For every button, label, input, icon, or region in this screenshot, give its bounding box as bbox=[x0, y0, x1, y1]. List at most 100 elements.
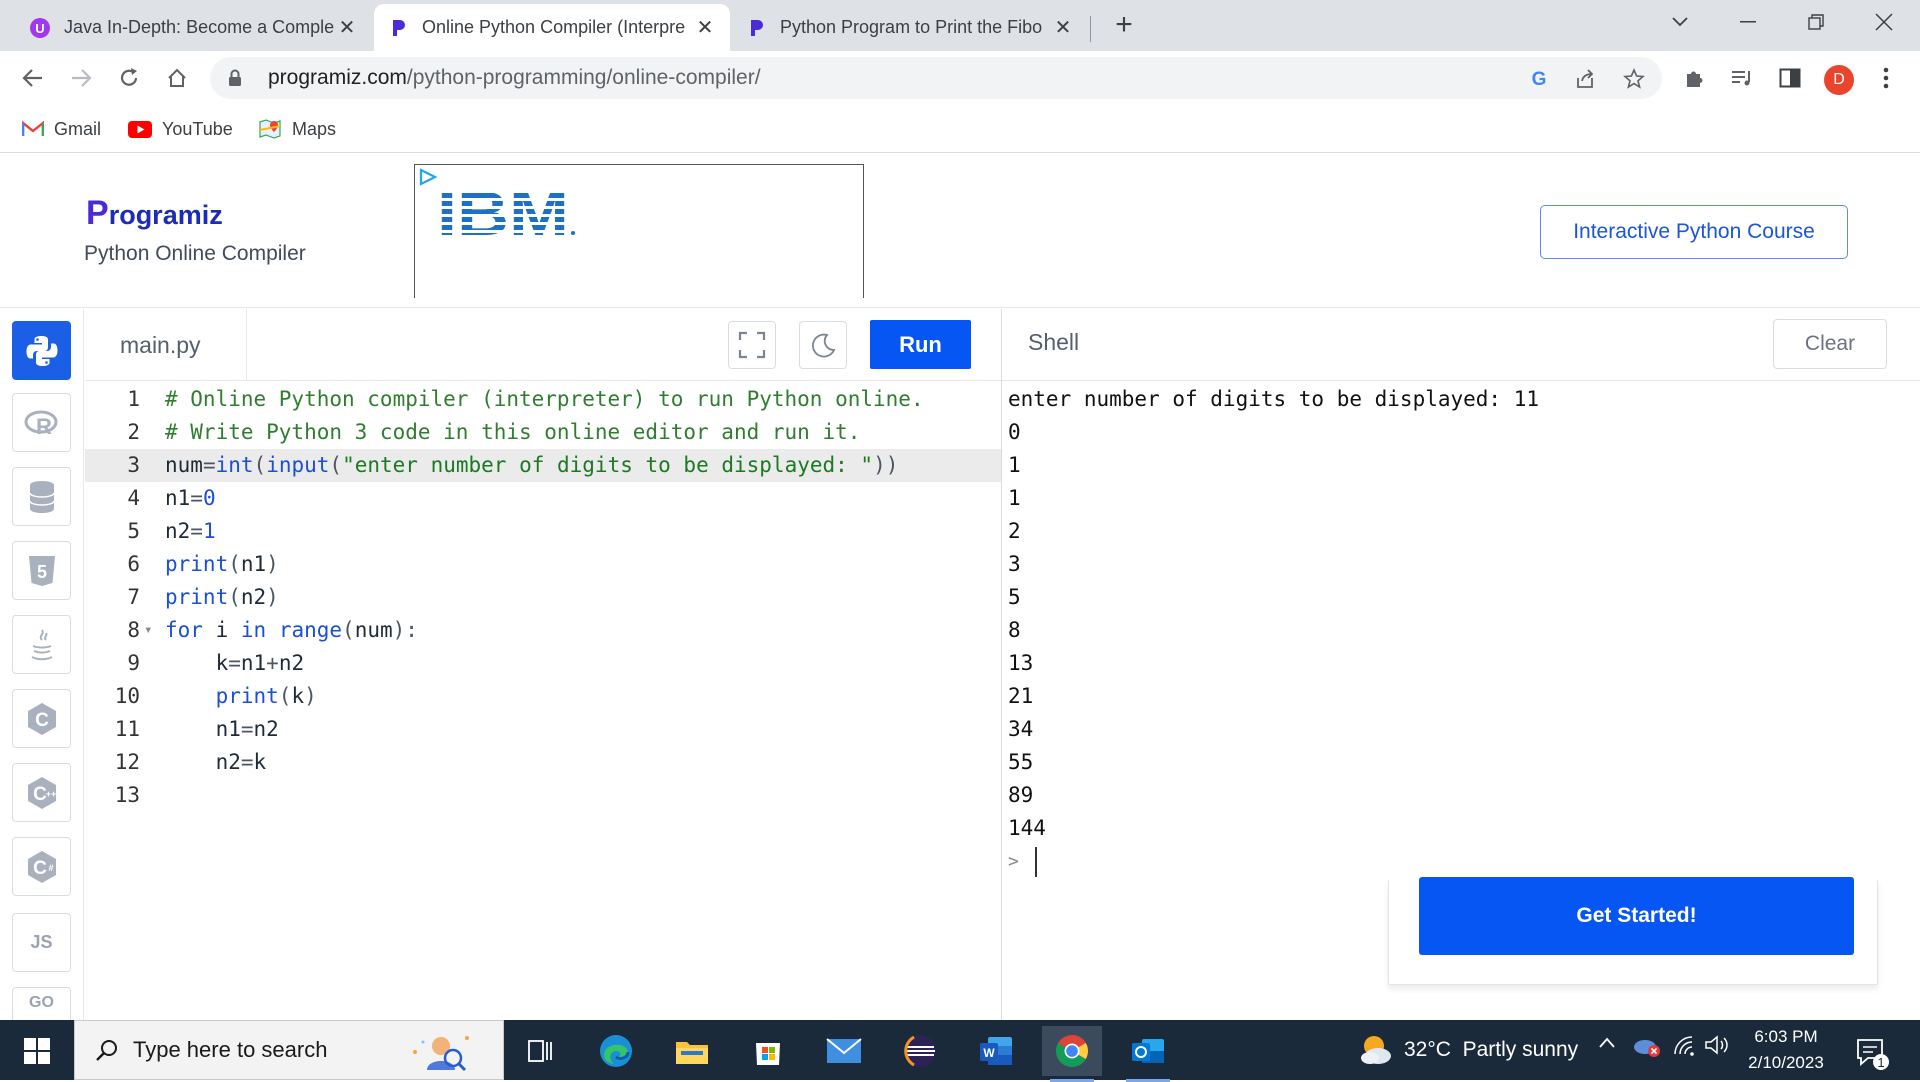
code-text: # Write Python 3 code in this online edi… bbox=[165, 420, 861, 444]
code-line[interactable]: 11 n1=n2 bbox=[85, 713, 1002, 746]
html-language-button[interactable]: 5 bbox=[12, 541, 71, 600]
task-view-icon[interactable] bbox=[510, 1026, 570, 1076]
code-line[interactable]: 1 # Online Python compiler (interpreter) … bbox=[85, 383, 1002, 416]
dark-mode-moon-icon[interactable] bbox=[799, 321, 847, 369]
sql-language-button[interactable] bbox=[12, 467, 71, 526]
browser-tabstrip: U Java In-Depth: Become a Comple ✕ Onlin… bbox=[0, 0, 1920, 51]
shell-cursor[interactable] bbox=[1035, 847, 1037, 877]
code-line[interactable]: 6 print(n1) bbox=[85, 548, 1002, 581]
forward-icon[interactable] bbox=[64, 61, 98, 95]
programiz-logo[interactable]: Programiz bbox=[86, 194, 223, 233]
code-line[interactable]: 4 n1=0 bbox=[85, 482, 1002, 515]
bookmark-maps[interactable]: Maps bbox=[258, 115, 336, 143]
close-icon[interactable]: ✕ bbox=[694, 15, 716, 40]
code-line[interactable]: 2 # Write Python 3 code in this online ed… bbox=[85, 416, 1002, 449]
reload-icon[interactable] bbox=[112, 61, 146, 95]
bookmark-youtube[interactable]: YouTube bbox=[128, 115, 233, 143]
volume-icon[interactable] bbox=[1704, 1034, 1730, 1061]
eclipse-ide-icon[interactable] bbox=[890, 1026, 950, 1076]
weather-widget[interactable]: 32°C Partly sunny bbox=[1358, 1032, 1578, 1068]
close-icon[interactable]: ✕ bbox=[1052, 15, 1074, 40]
extensions-icon[interactable] bbox=[1678, 62, 1710, 94]
code-line[interactable]: 10 print(k) bbox=[85, 680, 1002, 713]
get-started-button[interactable]: Get Started! bbox=[1419, 877, 1854, 955]
wifi-icon[interactable] bbox=[1672, 1034, 1698, 1061]
tab-search-chevron-icon[interactable] bbox=[1652, 0, 1708, 44]
clear-button[interactable]: Clear bbox=[1773, 319, 1887, 369]
file-tab-main-py[interactable]: main.py bbox=[85, 309, 247, 381]
word-icon[interactable]: W bbox=[966, 1026, 1026, 1076]
system-clock[interactable]: 6:03 PM 2/10/2023 bbox=[1736, 1024, 1836, 1076]
taskbar-search-box[interactable]: Type here to search bbox=[74, 1020, 504, 1080]
csharp-icon: C # bbox=[27, 850, 56, 883]
interactive-python-course-button[interactable]: Interactive Python Course bbox=[1540, 205, 1848, 259]
show-hidden-icons-chevron-icon[interactable] bbox=[1598, 1034, 1616, 1055]
c-language-button[interactable]: C bbox=[12, 689, 71, 748]
line-number: 7 bbox=[127, 585, 140, 609]
java-language-button[interactable] bbox=[12, 615, 71, 674]
profile-avatar[interactable]: D bbox=[1824, 65, 1854, 95]
js-language-button[interactable]: JS bbox=[12, 913, 71, 972]
code-line[interactable]: 9 k=n1+n2 bbox=[85, 647, 1002, 680]
code-line[interactable]: 13 bbox=[85, 779, 1002, 812]
outlook-icon[interactable] bbox=[1118, 1026, 1178, 1082]
r-language-button[interactable]: R bbox=[12, 393, 71, 452]
restore-icon[interactable] bbox=[1788, 0, 1844, 44]
code-text: for i in range(num): bbox=[165, 618, 418, 642]
code-text: print(k) bbox=[215, 684, 317, 708]
svg-text:#: # bbox=[48, 863, 53, 873]
code-line[interactable]: 7 print(n2) bbox=[85, 581, 1002, 614]
media-playlist-icon[interactable] bbox=[1726, 62, 1758, 94]
tab-java[interactable]: U Java In-Depth: Become a Comple ✕ bbox=[16, 4, 372, 51]
bookmark-gmail[interactable]: Gmail bbox=[22, 115, 101, 143]
address-bar[interactable]: programiz.com/python-programming/online-… bbox=[210, 57, 1662, 99]
code-line[interactable]: 8 ▾ for i in range(num): bbox=[85, 614, 1002, 647]
adchoices-icon[interactable] bbox=[417, 167, 439, 192]
tab-python-compiler[interactable]: Online Python Compiler (Interpre ✕ bbox=[374, 4, 730, 51]
share-icon[interactable] bbox=[1572, 65, 1600, 93]
onedrive-error-icon[interactable] bbox=[1632, 1034, 1662, 1063]
go-language-button[interactable]: GO bbox=[12, 987, 71, 1020]
code-line[interactable]: 5 n2=1 bbox=[85, 515, 1002, 548]
new-tab-button[interactable]: + bbox=[1107, 8, 1141, 42]
edge-browser-icon[interactable] bbox=[586, 1026, 646, 1076]
fold-arrow-icon[interactable]: ▾ bbox=[144, 614, 152, 647]
tab-fibonacci[interactable]: Python Program to Print the Fibo ✕ bbox=[732, 4, 1088, 51]
code-line[interactable]: 3 num=int(input("enter number of digits t… bbox=[85, 449, 1002, 482]
notification-center-icon[interactable]: 1 bbox=[1852, 1032, 1892, 1072]
python-icon bbox=[26, 335, 57, 366]
logo-initial: P bbox=[86, 194, 109, 232]
minimize-icon[interactable] bbox=[1720, 0, 1776, 44]
close-icon[interactable]: ✕ bbox=[336, 15, 358, 40]
microsoft-store-icon[interactable] bbox=[738, 1026, 798, 1076]
ad-banner[interactable]: IBM bbox=[414, 164, 864, 298]
fullscreen-icon[interactable] bbox=[728, 321, 776, 369]
code-line[interactable]: 12 n2=k bbox=[85, 746, 1002, 779]
csharp-language-button[interactable]: C # bbox=[12, 837, 71, 896]
more-menu-icon[interactable] bbox=[1870, 62, 1902, 94]
tab-divider bbox=[1090, 16, 1091, 42]
chrome-icon[interactable] bbox=[1042, 1026, 1102, 1082]
home-icon[interactable] bbox=[160, 61, 194, 95]
line-number: 12 bbox=[114, 750, 140, 774]
side-panel-icon[interactable] bbox=[1774, 62, 1806, 94]
cpp-language-button[interactable]: C ++ bbox=[12, 763, 71, 822]
tab-title: Python Program to Print the Fibo bbox=[780, 17, 1043, 37]
window-close-icon[interactable] bbox=[1856, 0, 1912, 44]
code-editor[interactable]: 1 # Online Python compiler (interpreter) … bbox=[85, 382, 1002, 1020]
back-icon[interactable] bbox=[16, 61, 50, 95]
google-translate-icon[interactable]: G bbox=[1525, 65, 1553, 93]
url-host: programiz.com bbox=[268, 66, 407, 89]
windows-start-icon[interactable] bbox=[14, 1034, 60, 1068]
svg-text:C: C bbox=[35, 710, 49, 731]
code-text: n1=n2 bbox=[165, 717, 279, 741]
file-explorer-icon[interactable] bbox=[662, 1026, 722, 1076]
shell-output-line: 55 bbox=[1008, 750, 1034, 774]
python-language-button[interactable] bbox=[12, 321, 71, 380]
run-button[interactable]: Run bbox=[870, 320, 971, 369]
java-icon bbox=[31, 628, 52, 660]
code-text: print(n1) bbox=[165, 552, 279, 576]
code-text: # Online Python compiler (interpreter) t… bbox=[165, 387, 924, 411]
mail-icon[interactable] bbox=[814, 1026, 874, 1076]
bookmark-star-icon[interactable] bbox=[1620, 65, 1648, 93]
